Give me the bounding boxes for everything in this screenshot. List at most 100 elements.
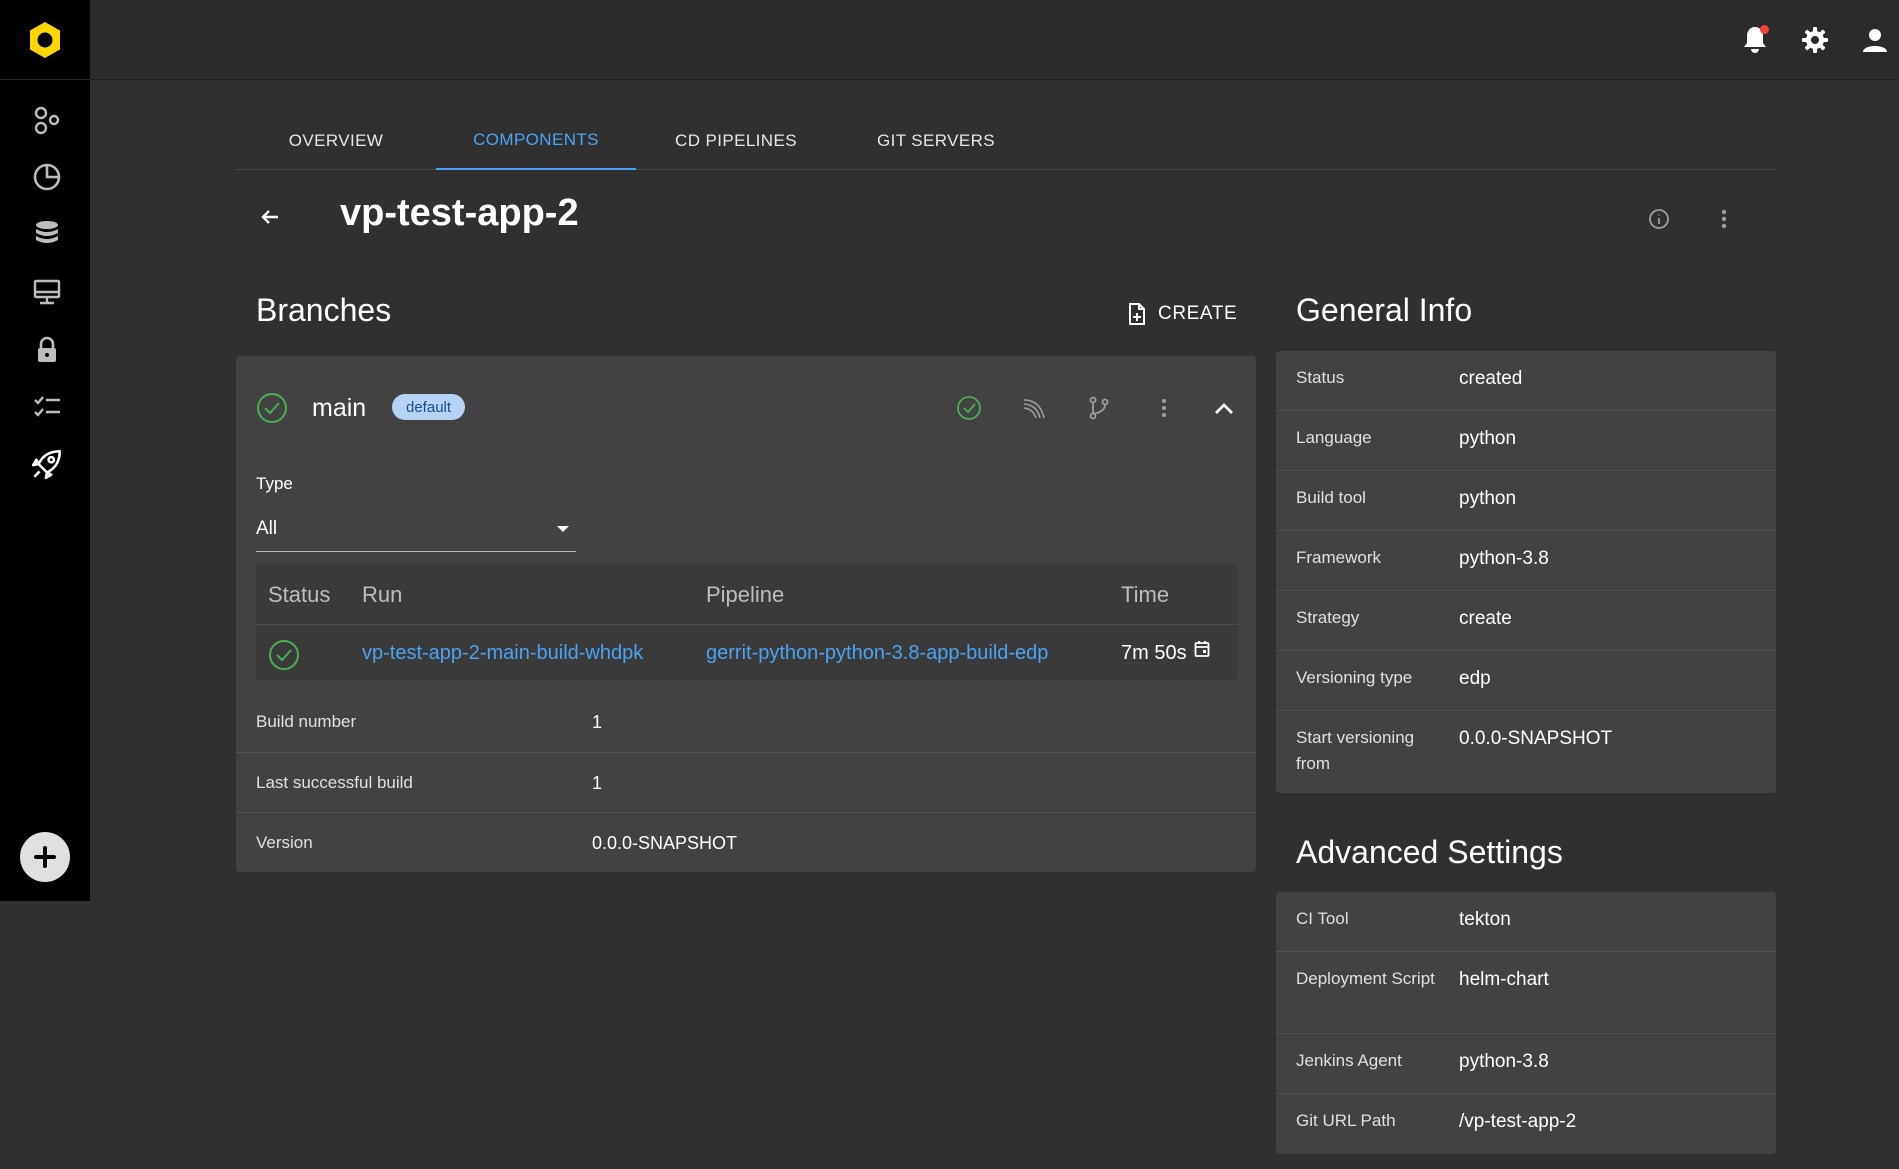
branch-name: main bbox=[312, 394, 367, 422]
detail-row-last-successful-build: Last successful build 1 bbox=[236, 752, 1256, 812]
calendar-icon[interactable] bbox=[1194, 640, 1210, 658]
pipeline-icon[interactable] bbox=[1018, 392, 1050, 424]
logo-icon bbox=[30, 21, 60, 58]
info-icon[interactable] bbox=[1645, 205, 1673, 233]
info-row-deployment-script: Deployment Script helm-chart bbox=[1276, 952, 1776, 1034]
run-status-icon bbox=[268, 639, 300, 671]
default-badge: default bbox=[392, 394, 466, 420]
info-key: Strategy bbox=[1296, 608, 1360, 627]
database-icon[interactable] bbox=[27, 214, 67, 254]
checklist-icon[interactable] bbox=[27, 387, 67, 427]
plus-icon bbox=[34, 846, 56, 868]
detail-row-version: Version 0.0.0-SNAPSHOT bbox=[236, 812, 1256, 872]
notification-dot bbox=[1760, 25, 1769, 34]
branch-header[interactable]: main default bbox=[236, 356, 1256, 456]
add-button[interactable] bbox=[20, 832, 70, 882]
info-row-framework: Framework python-3.8 bbox=[1276, 531, 1776, 591]
monitor-icon[interactable] bbox=[27, 272, 67, 312]
detail-key: Last successful build bbox=[256, 773, 413, 792]
new-file-icon bbox=[1129, 303, 1145, 325]
info-value: edp bbox=[1459, 668, 1491, 689]
tab-cd-pipelines[interactable]: CD PIPELINES bbox=[636, 112, 836, 170]
page-title: vp-test-app-2 bbox=[340, 192, 579, 234]
sidebar bbox=[0, 0, 90, 901]
info-key: Framework bbox=[1296, 548, 1382, 567]
info-value: python-3.8 bbox=[1459, 548, 1549, 569]
dropdown-arrow-icon bbox=[557, 525, 569, 532]
info-value: created bbox=[1459, 368, 1523, 389]
detail-key: Build number bbox=[256, 712, 357, 731]
general-info-panel: Status created Language python Build too… bbox=[1276, 351, 1776, 793]
branch-more-icon[interactable] bbox=[1148, 392, 1180, 424]
branch-panel: main default Type All Status Run Pipelin… bbox=[236, 356, 1256, 872]
info-key: Deployment Script bbox=[1296, 969, 1435, 988]
general-info-title: General Info bbox=[1296, 292, 1473, 328]
tab-git-servers[interactable]: GIT SERVERS bbox=[836, 112, 1036, 170]
lock-icon[interactable] bbox=[27, 330, 67, 370]
info-value: /vp-test-app-2 bbox=[1459, 1111, 1577, 1132]
column-header-pipeline: Pipeline bbox=[706, 582, 785, 607]
run-time: 7m 50s bbox=[1121, 642, 1187, 664]
info-key: Status bbox=[1296, 368, 1345, 387]
chevron-up-icon[interactable] bbox=[1208, 392, 1240, 424]
info-value: helm-chart bbox=[1459, 969, 1549, 990]
info-value: python bbox=[1459, 488, 1517, 509]
pipeline-link[interactable]: gerrit-python-python-3.8-app-build-edp bbox=[706, 642, 1048, 665]
info-row-jenkins-agent: Jenkins Agent python-3.8 bbox=[1276, 1034, 1776, 1094]
run-link[interactable]: vp-test-app-2-main-build-whdpk bbox=[362, 642, 643, 665]
tab-components[interactable]: COMPONENTS bbox=[436, 112, 636, 170]
type-label: Type bbox=[256, 474, 293, 493]
branch-status-icon bbox=[256, 392, 288, 424]
branches-title: Branches bbox=[256, 292, 392, 328]
detail-value: 0.0.0-SNAPSHOT bbox=[592, 833, 738, 853]
info-value: python-3.8 bbox=[1459, 1051, 1549, 1072]
dashboard-icon[interactable] bbox=[27, 157, 67, 197]
info-row-versioning-type: Versioning type edp bbox=[1276, 651, 1776, 711]
info-row-ci-tool: CI Tool tekton bbox=[1276, 892, 1776, 952]
advanced-settings-title: Advanced Settings bbox=[1296, 834, 1563, 870]
top-bar bbox=[90, 0, 1899, 80]
info-key: Language bbox=[1296, 428, 1372, 447]
column-header-status: Status bbox=[268, 582, 331, 607]
info-row-status: Status created bbox=[1276, 351, 1776, 411]
more-vert-icon[interactable] bbox=[1710, 205, 1738, 233]
info-key: Build tool bbox=[1296, 488, 1366, 507]
detail-value: 1 bbox=[592, 712, 603, 732]
build-status-icon[interactable] bbox=[953, 392, 985, 424]
column-header-run: Run bbox=[362, 582, 403, 607]
logo[interactable] bbox=[0, 0, 90, 80]
tab-overview[interactable]: OVERVIEW bbox=[236, 112, 436, 170]
settings-icon[interactable] bbox=[1797, 22, 1833, 58]
info-key: Jenkins Agent bbox=[1296, 1051, 1402, 1070]
table-divider bbox=[256, 624, 1238, 625]
info-key: Versioning type bbox=[1296, 668, 1413, 687]
git-branch-icon[interactable] bbox=[1083, 392, 1115, 424]
info-key: Start versioning from bbox=[1296, 728, 1415, 773]
create-button[interactable]: CREATE bbox=[1126, 296, 1237, 332]
info-row-git-url-path: Git URL Path /vp-test-app-2 bbox=[1276, 1094, 1776, 1154]
column-header-time: Time bbox=[1121, 582, 1170, 607]
info-row-start-versioning: Start versioning from 0.0.0-SNAPSHOT bbox=[1276, 711, 1776, 793]
components-icon[interactable] bbox=[27, 100, 67, 140]
advanced-settings-panel: CI Tool tekton Deployment Script helm-ch… bbox=[1276, 892, 1776, 1154]
info-row-language: Language python bbox=[1276, 411, 1776, 471]
runs-table: Status Run Pipeline Time vp-test-app-2-m… bbox=[256, 564, 1238, 680]
info-value: create bbox=[1459, 608, 1512, 629]
info-key: Git URL Path bbox=[1296, 1111, 1396, 1130]
info-value: tekton bbox=[1459, 909, 1511, 930]
detail-row-build-number: Build number 1 bbox=[236, 692, 1256, 752]
type-select[interactable]: All bbox=[256, 506, 576, 552]
info-key: CI Tool bbox=[1296, 909, 1349, 928]
tabs: OVERVIEW COMPONENTS CD PIPELINES GIT SER… bbox=[236, 112, 1776, 170]
info-row-build-tool: Build tool python bbox=[1276, 471, 1776, 531]
account-icon[interactable] bbox=[1857, 22, 1893, 58]
create-label: CREATE bbox=[1158, 303, 1238, 324]
back-arrow-icon[interactable] bbox=[255, 202, 285, 232]
notifications-icon[interactable] bbox=[1737, 22, 1773, 58]
detail-key: Version bbox=[256, 833, 313, 852]
info-row-strategy: Strategy create bbox=[1276, 591, 1776, 651]
detail-value: 1 bbox=[592, 773, 603, 793]
info-value: python bbox=[1459, 428, 1517, 449]
type-value: All bbox=[256, 517, 278, 539]
rocket-icon[interactable] bbox=[27, 444, 67, 484]
